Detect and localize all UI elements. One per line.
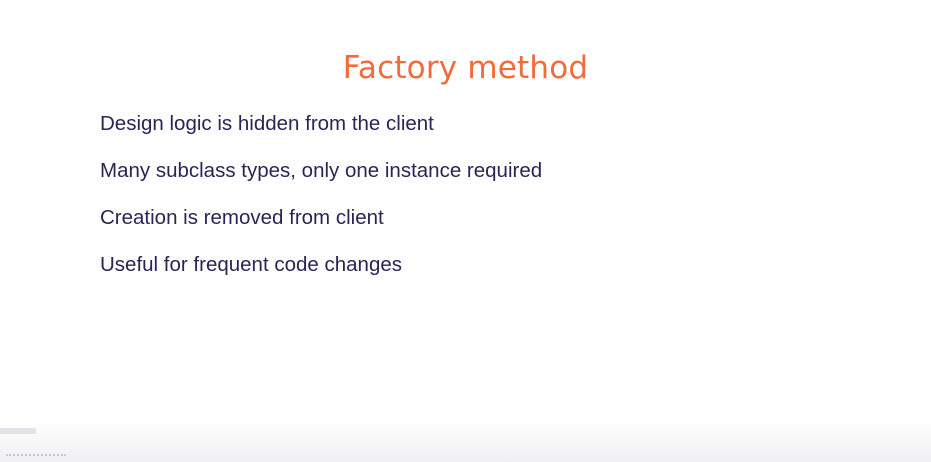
- slide: Factory method Design logic is hidden fr…: [0, 0, 931, 462]
- video-controls-shadow: [0, 422, 931, 462]
- bullet-list: Design logic is hidden from the client M…: [100, 110, 542, 298]
- progress-bar-fragment: [0, 428, 36, 434]
- bullet-item: Design logic is hidden from the client: [100, 112, 434, 135]
- bullet-item: Useful for frequent code changes: [100, 253, 402, 276]
- bullet-item: Many subclass types, only one instance r…: [100, 159, 543, 182]
- slide-title: Factory method: [342, 50, 589, 86]
- bullet-item: Creation is removed from client: [100, 206, 384, 229]
- control-bar-remnant: [6, 454, 66, 460]
